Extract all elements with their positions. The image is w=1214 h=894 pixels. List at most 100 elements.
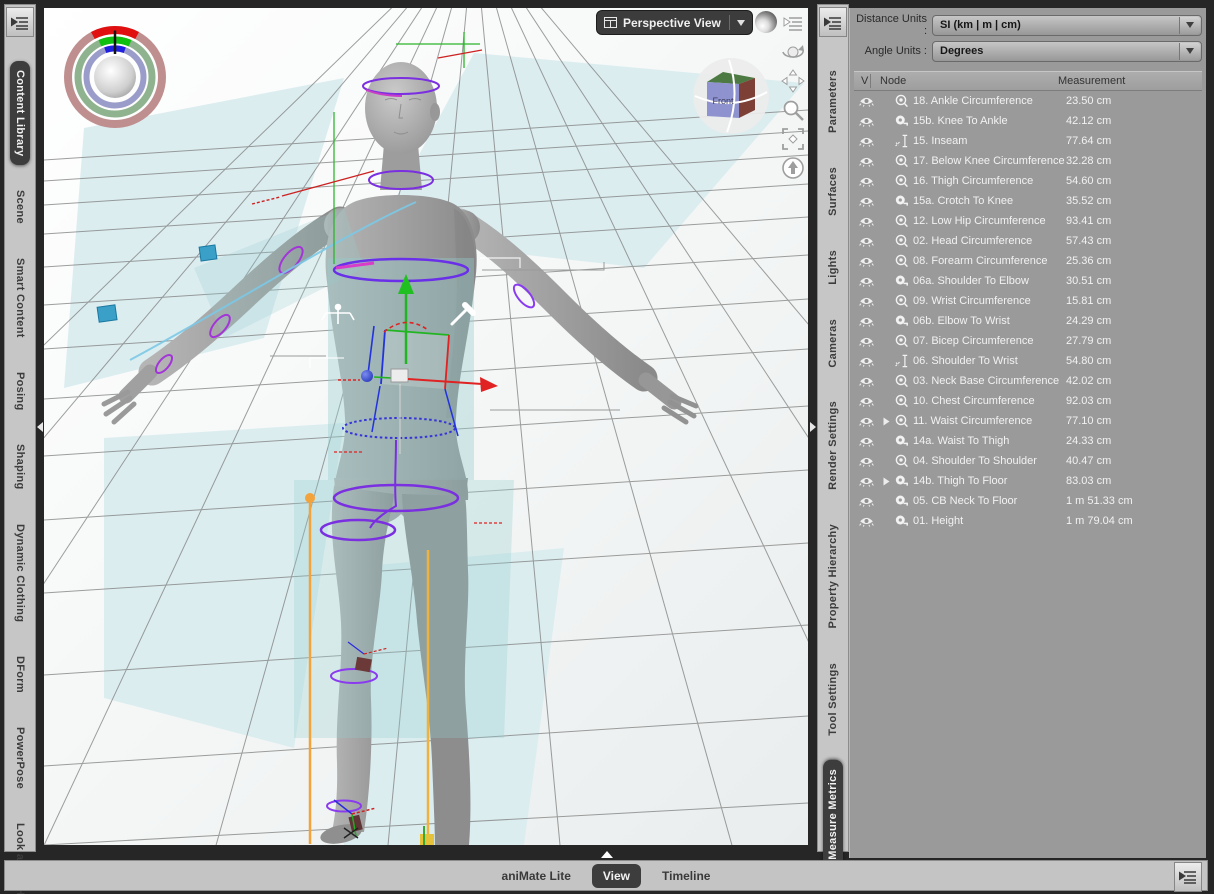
viewport-shading-ball[interactable]	[755, 11, 777, 33]
tape-handle-teal[interactable]	[96, 304, 118, 323]
angle-units-label: Angle Units :	[864, 45, 927, 57]
tab-powerpose[interactable]: PowerPose	[10, 718, 30, 798]
visibility-eye-icon[interactable]	[859, 216, 883, 227]
tab-render-settings[interactable]: Render Settings	[823, 392, 843, 499]
orientation-gizmo[interactable]	[60, 22, 170, 132]
measure-row[interactable]: 14a. Waist To Thigh 24.33 cm	[854, 431, 1202, 451]
measure-row[interactable]: 10. Chest Circumference 92.03 cm	[854, 391, 1202, 411]
viewport-3d[interactable]: Front Perspective View	[44, 8, 808, 845]
visibility-eye-icon[interactable]	[859, 356, 883, 367]
visibility-eye-icon[interactable]	[859, 236, 883, 247]
view-cube[interactable]: Front	[689, 54, 773, 138]
circumference-icon	[894, 374, 913, 388]
orbit-icon[interactable]	[780, 39, 806, 65]
tape-handle-orange[interactable]	[305, 493, 315, 503]
visibility-eye-icon[interactable]	[859, 516, 883, 527]
visibility-eye-icon[interactable]	[859, 96, 883, 107]
visibility-eye-icon[interactable]	[859, 436, 883, 447]
measure-node-name: 05. CB Neck To Floor	[913, 495, 1018, 507]
measure-row[interactable]: 02. Head Circumference 57.43 cm	[854, 231, 1202, 251]
tab-smart-content[interactable]: Smart Content	[10, 249, 30, 347]
expand-arrow-icon[interactable]	[883, 417, 894, 426]
tab-tool-settings[interactable]: Tool Settings	[823, 654, 843, 745]
visibility-eye-icon[interactable]	[859, 156, 883, 167]
visibility-eye-icon[interactable]	[859, 256, 883, 267]
frame-icon[interactable]	[780, 126, 806, 152]
measure-row[interactable]: 15a. Crotch To Knee 35.52 cm	[854, 191, 1202, 211]
visibility-eye-icon[interactable]	[859, 136, 883, 147]
angle-units-select[interactable]: Degrees	[932, 40, 1202, 62]
tab-lights[interactable]: Lights	[823, 241, 843, 294]
aim-icon[interactable]	[780, 155, 806, 181]
visibility-eye-icon[interactable]	[859, 296, 883, 307]
gizmo-plane-handle[interactable]	[390, 368, 409, 383]
gizmo-x-arrow[interactable]	[480, 377, 498, 392]
tab-animate-lite[interactable]: aniMate Lite	[491, 864, 582, 888]
visibility-eye-icon[interactable]	[859, 196, 883, 207]
tab-scene[interactable]: Scene	[10, 181, 30, 233]
visibility-eye-icon[interactable]	[859, 316, 883, 327]
tab-parameters[interactable]: Parameters	[823, 61, 843, 142]
measure-row[interactable]: 06a. Shoulder To Elbow 30.51 cm	[854, 271, 1202, 291]
left-pane-handle[interactable]	[36, 8, 44, 845]
measure-row[interactable]: 09. Wrist Circumference 15.81 cm	[854, 291, 1202, 311]
expand-arrow-icon[interactable]	[883, 477, 894, 486]
measure-row[interactable]: 18. Ankle Circumference 23.50 cm	[854, 91, 1202, 111]
bottom-pane-menu-button[interactable]	[1174, 861, 1202, 892]
tab-content-library[interactable]: Content Library	[10, 61, 30, 166]
visibility-eye-icon[interactable]	[859, 176, 883, 187]
visibility-eye-icon[interactable]	[859, 496, 883, 507]
tab-dform[interactable]: DForm	[10, 647, 30, 702]
visibility-eye-icon[interactable]	[859, 476, 883, 487]
measure-row[interactable]: 17. Below Knee Circumference 32.28 cm	[854, 151, 1202, 171]
bottom-pane-handle-icon[interactable]	[601, 851, 613, 858]
tape-handle-teal[interactable]	[198, 244, 218, 262]
tab-cameras[interactable]: Cameras	[823, 310, 843, 377]
tab-surfaces[interactable]: Surfaces	[823, 158, 843, 225]
measure-value: 42.12 cm	[1066, 115, 1112, 127]
right-pane-menu-button[interactable]	[819, 7, 847, 37]
gizmo-origin-sphere[interactable]	[361, 370, 373, 382]
tab-view[interactable]: View	[591, 863, 642, 888]
pan-icon[interactable]	[780, 68, 806, 94]
distance-units-select[interactable]: SI (km | m | cm)	[932, 14, 1202, 36]
visibility-eye-icon[interactable]	[859, 336, 883, 347]
visibility-eye-icon[interactable]	[859, 276, 883, 287]
view-selector[interactable]: Perspective View	[596, 10, 753, 35]
measure-row[interactable]: 07. Bicep Circumference 27.79 cm	[854, 331, 1202, 351]
view-selector-dropdown-icon[interactable]	[736, 19, 745, 26]
visibility-eye-icon[interactable]	[859, 456, 883, 467]
measure-row[interactable]: 05. CB Neck To Floor 1 m 51.33 cm	[854, 491, 1202, 511]
angle-units-dropdown-button[interactable]	[1179, 42, 1200, 60]
measure-row[interactable]: 16. Thigh Circumference 54.60 cm	[854, 171, 1202, 191]
tab-posing[interactable]: Posing	[10, 363, 30, 419]
measure-row[interactable]: 14b. Thigh To Floor 83.03 cm	[854, 471, 1202, 491]
visibility-eye-icon[interactable]	[859, 416, 883, 427]
left-pane-menu-button[interactable]	[6, 7, 34, 37]
right-pane-handle[interactable]	[808, 8, 817, 845]
measure-row[interactable]: 08. Forearm Circumference 25.36 cm	[854, 251, 1202, 271]
tab-timeline[interactable]: Timeline	[651, 864, 721, 888]
pane-options-icon[interactable]	[780, 10, 806, 36]
tab-measure-metrics[interactable]: Measure Metrics	[823, 760, 843, 869]
zoom-icon[interactable]	[780, 97, 806, 123]
measure-node-name: 06. Shoulder To Wrist	[913, 355, 1018, 367]
measure-row[interactable]: 04. Shoulder To Shoulder 40.47 cm	[854, 451, 1202, 471]
measure-row[interactable]: 12. Low Hip Circumference 93.41 cm	[854, 211, 1202, 231]
measure-row[interactable]: 03. Neck Base Circumference 42.02 cm	[854, 371, 1202, 391]
visibility-eye-icon[interactable]	[859, 376, 883, 387]
tab-property-hierarchy[interactable]: Property Hierarchy	[823, 515, 843, 637]
measure-row[interactable]: 11. Waist Circumference 77.10 cm	[854, 411, 1202, 431]
visibility-eye-icon[interactable]	[859, 116, 883, 127]
measure-row[interactable]: 06. Shoulder To Wrist 54.80 cm	[854, 351, 1202, 371]
distance-units-dropdown-button[interactable]	[1179, 16, 1200, 34]
tab-dynamic-clothing[interactable]: Dynamic Clothing	[10, 515, 30, 631]
measure-node-name: 15b. Knee To Ankle	[913, 115, 1008, 127]
tab-shaping[interactable]: Shaping	[10, 435, 30, 499]
measure-row[interactable]: 06b. Elbow To Wrist 24.29 cm	[854, 311, 1202, 331]
measure-row[interactable]: 01. Height 1 m 79.04 cm	[854, 511, 1202, 531]
measure-value: 15.81 cm	[1066, 295, 1112, 307]
visibility-eye-icon[interactable]	[859, 396, 883, 407]
measure-row[interactable]: 15b. Knee To Ankle 42.12 cm	[854, 111, 1202, 131]
measure-row[interactable]: 15. Inseam 77.64 cm	[854, 131, 1202, 151]
